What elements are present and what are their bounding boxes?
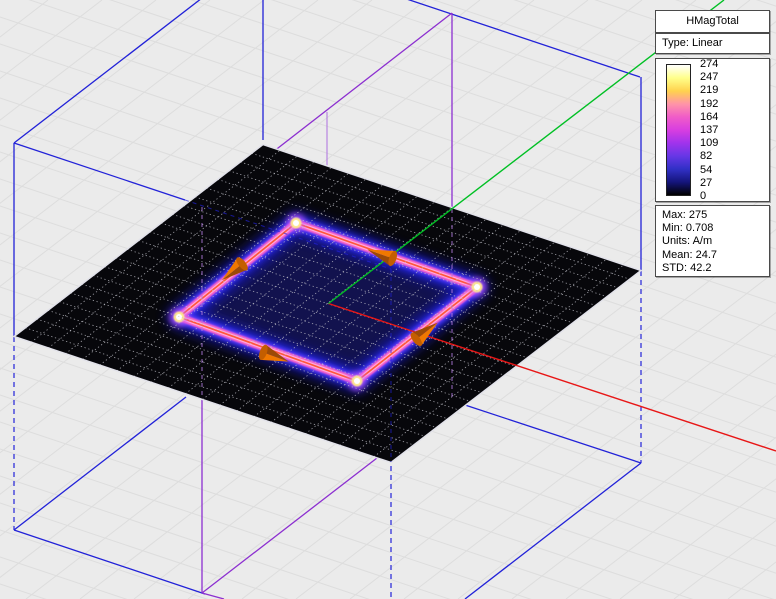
stat-line: STD: 42.2: [662, 262, 769, 275]
colorbar-tick: 82: [700, 150, 760, 162]
colorbar-tick: 0: [700, 190, 760, 202]
colorbar-tick: 164: [700, 111, 760, 123]
legend-scale-type-panel: Type: Linear: [655, 33, 770, 54]
stat-line: Min: 0.708: [662, 222, 769, 235]
colorbar-tick: 274: [700, 58, 760, 70]
colorbar-tick: 27: [700, 177, 760, 189]
colorbar-tick: 192: [700, 98, 760, 110]
colorbar-tick-labels: 274247219 19216413710982 54270: [700, 58, 760, 202]
plot-legend: HMagTotal Type: Linear 274247219 19216413…: [655, 10, 770, 277]
colorbar-tick: 109: [700, 137, 760, 149]
legend-title-panel: HMagTotal: [655, 10, 770, 33]
colorbar-tick: 54: [700, 164, 760, 176]
scale-type-label: Type: Linear: [662, 37, 723, 50]
colorbar-tick: 247: [700, 71, 760, 83]
plot-quantity-title: HMagTotal: [686, 15, 739, 28]
colorbar-tick: 219: [700, 84, 760, 96]
stat-line: Units: A/m: [662, 235, 769, 248]
legend-colorbar-panel: 274247219 19216413710982 54270: [655, 58, 770, 202]
stat-line: Mean: 24.7: [662, 249, 769, 262]
stat-line: Max: 275: [662, 209, 769, 222]
colorbar-gradient: [666, 64, 691, 196]
application-viewport: { "window": { "type": "3d-field-plot-vie…: [0, 0, 776, 599]
legend-stats-panel: Max: 275Min: 0.708Units: A/mMean: 24.7ST…: [655, 205, 770, 277]
colorbar-tick: 137: [700, 124, 760, 136]
